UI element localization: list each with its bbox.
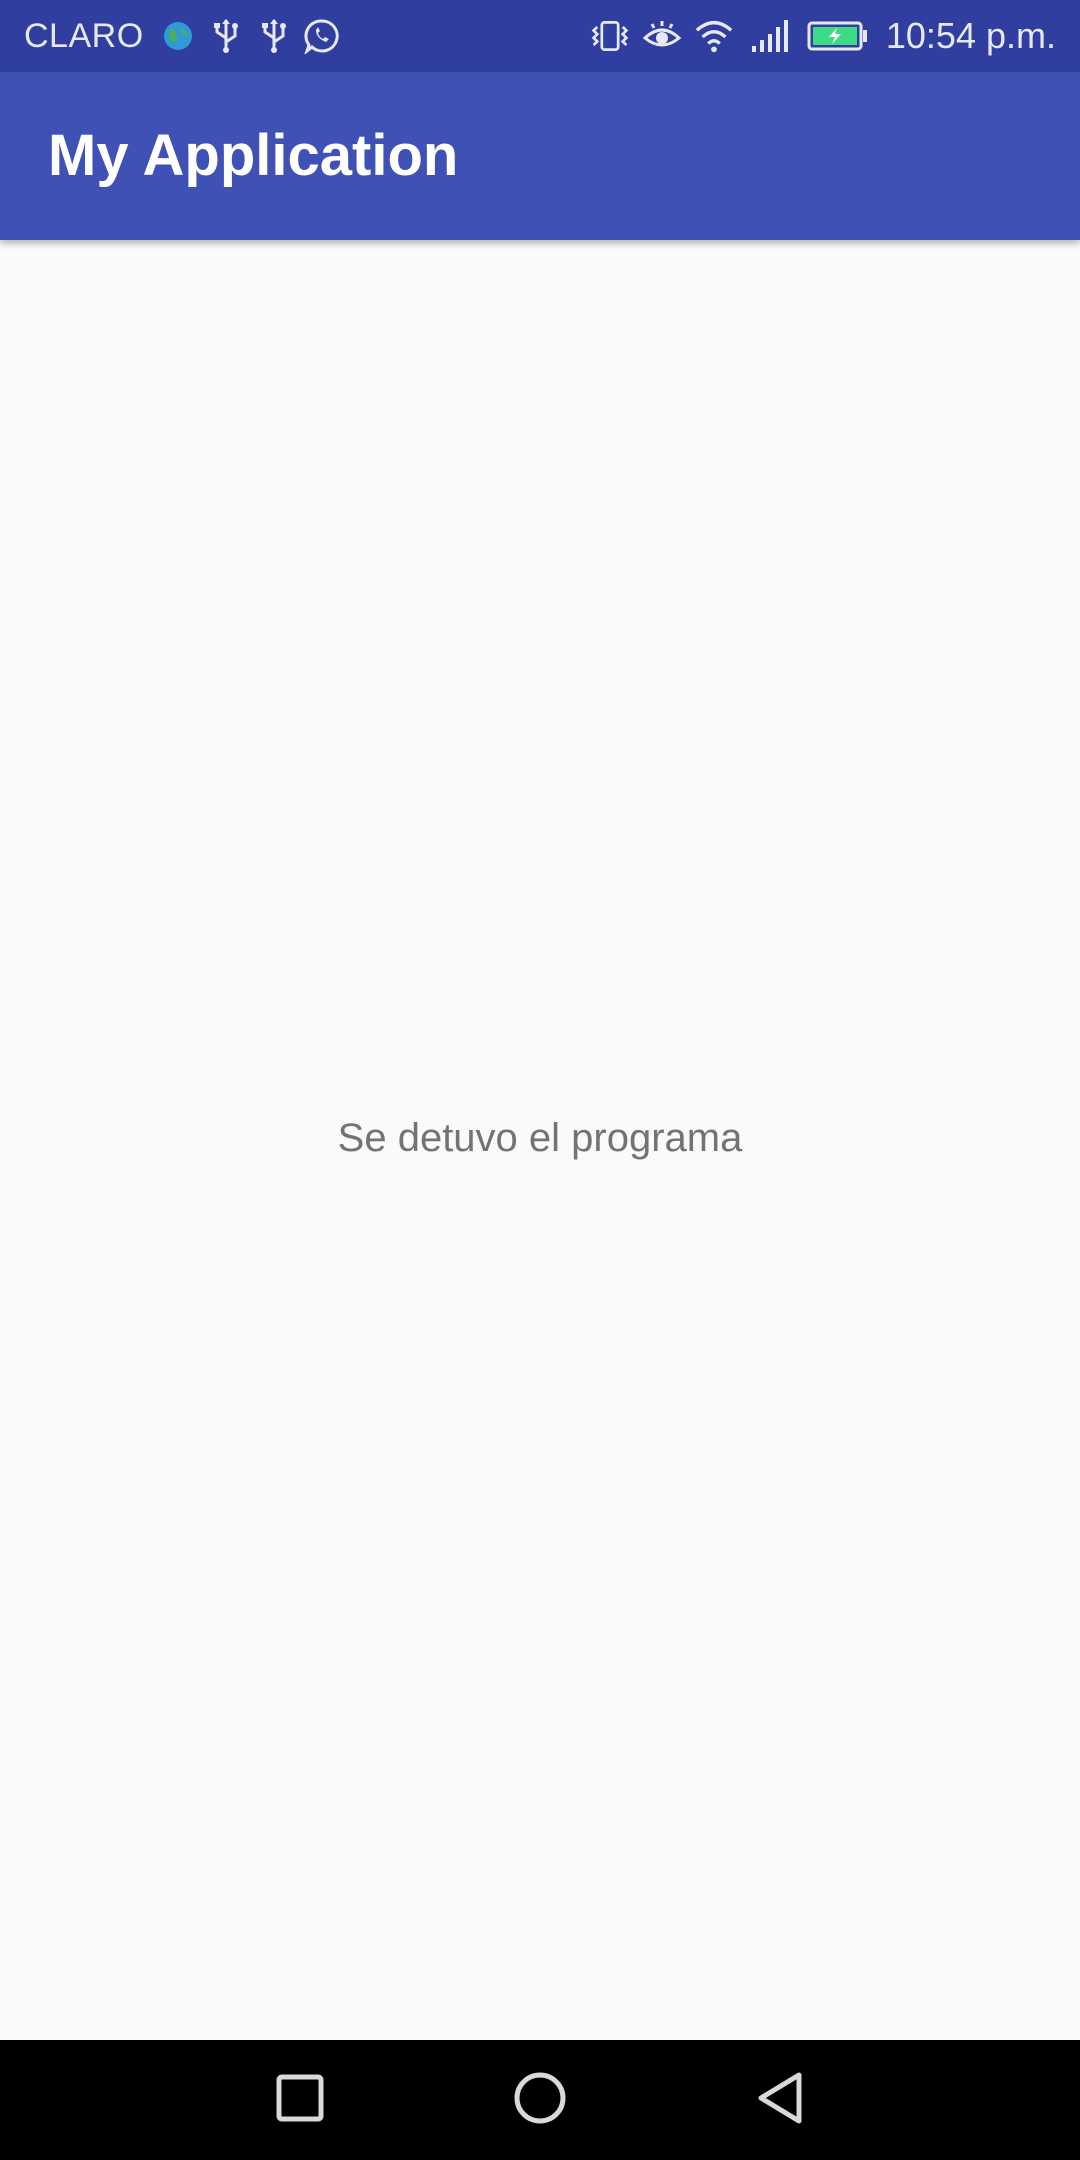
usb-icon (206, 16, 246, 56)
back-icon (755, 2071, 805, 2130)
status-time: 10:54 p.m. (885, 15, 1056, 56)
status-bar-right: 10:54 p.m. (590, 0, 1056, 72)
vibrate-icon (590, 16, 630, 56)
globe-icon (158, 16, 198, 56)
eye-comfort-icon (642, 16, 682, 56)
back-button[interactable] (750, 2070, 810, 2130)
app-title: My Application (48, 123, 459, 188)
status-message: Se detuvo el programa (337, 1116, 743, 1160)
recents-icon (276, 2074, 324, 2127)
recents-button[interactable] (270, 2070, 330, 2130)
screen: CLARO 10:54 p.m. My Application Se detuv… (0, 0, 1080, 2160)
status-bar-left: CLARO (24, 0, 342, 72)
wifi-icon (694, 16, 734, 56)
home-button[interactable] (510, 2070, 570, 2130)
status-bar: CLARO 10:54 p.m. (0, 0, 1080, 72)
signal-icon (746, 16, 794, 56)
battery-charging-icon (806, 16, 870, 56)
whatsapp-icon (302, 16, 342, 56)
carrier-label: CLARO (24, 16, 144, 55)
app-bar: My Application (0, 72, 1080, 240)
home-icon (513, 2071, 567, 2130)
main-content: Se detuvo el programa (0, 240, 1080, 2040)
usb-icon (254, 16, 294, 56)
navigation-bar (0, 2040, 1080, 2160)
